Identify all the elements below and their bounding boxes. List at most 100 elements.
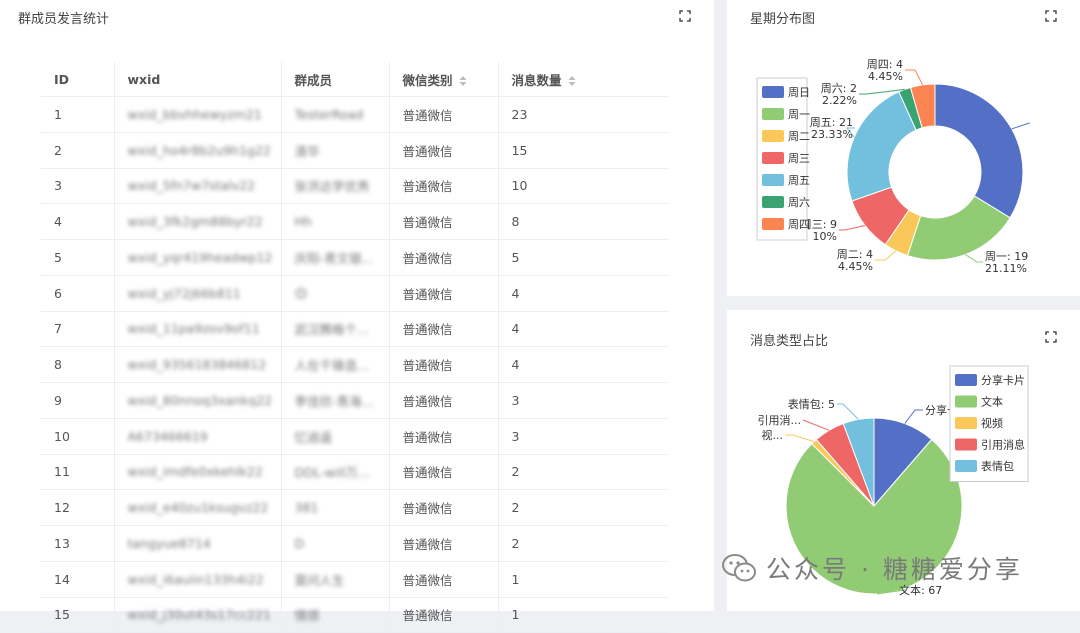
legend-swatch[interactable]: [762, 196, 784, 208]
table-row[interactable]: 14 wxid_i6auiin133h4i22 莫问人生 普通微信 1: [41, 561, 669, 598]
table-row[interactable]: 8 wxid_9356183846812 人在千锋造... 普通微信 4: [41, 346, 669, 383]
legend-label[interactable]: 分享卡片: [981, 373, 1025, 387]
cell-wxid-text: wxid_9356183846812: [127, 357, 267, 373]
sort-icon[interactable]: [459, 75, 467, 87]
cell-type: 普通微信: [388, 132, 498, 169]
legend-label[interactable]: 视频: [981, 416, 1003, 430]
cell-wxid: wxid_ho4r8b2u9h1g22: [113, 132, 281, 169]
sort-icon[interactable]: [568, 75, 576, 87]
week-panel: 星期分布图 周一: 19 21.11% 周二: 4 4.45% 周三: 9 10% 周五: …: [727, 0, 1080, 296]
cell-type: 普通微信: [388, 382, 498, 419]
legend-label[interactable]: 周三: [788, 152, 810, 165]
label-line: [905, 69, 924, 86]
table-row[interactable]: 7 wxid_11pa9zov9of11 武汉腾格个... 普通微信 4: [41, 311, 669, 348]
cell-wxid-text: wxid_e40zu1ksugvz22: [127, 500, 269, 516]
cell-count: 1: [497, 597, 669, 633]
data-label: 10%: [813, 230, 837, 243]
cell-wxid: wxid_9356183846812: [113, 346, 281, 383]
cell-member-text: 清华: [294, 143, 320, 159]
table-row[interactable]: 2 wxid_ho4r8b2u9h1g22 清华 普通微信 15: [41, 132, 669, 169]
legend-swatch[interactable]: [762, 108, 784, 120]
legend-label[interactable]: 周日: [788, 86, 810, 99]
label-line: [785, 434, 815, 443]
cell-type: 普通微信: [388, 346, 498, 383]
table-header-row: ID wxid 群成员 微信类别 消息数量: [41, 62, 669, 97]
watermark: 公众号 · 糖糖爱分享: [722, 548, 1023, 588]
cell-wxid: wxid_i6auiin133h4i22: [113, 561, 281, 598]
legend-swatch[interactable]: [762, 174, 784, 186]
col-header-id: ID: [41, 62, 114, 97]
cell-count: 2: [497, 489, 669, 526]
cell-wxid-text: wxid_5fn7w7stalv22: [127, 178, 256, 194]
table-row[interactable]: 9 wxid_80nnoq3xankq22 李佳欣-青海... 普通微信 3: [41, 382, 669, 419]
cell-id: 4: [41, 203, 114, 240]
legend-label[interactable]: 周五: [788, 174, 810, 187]
cell-count: 10: [497, 168, 669, 205]
data-label: 2.22%: [822, 94, 857, 107]
legend-label[interactable]: 文本: [981, 395, 1003, 409]
cell-wxid-text: wxid_yqr419headwp12: [127, 249, 273, 265]
legend-swatch[interactable]: [762, 152, 784, 164]
legend-swatch[interactable]: [955, 438, 977, 451]
table-row[interactable]: 5 wxid_yqr419headwp12 庆阳-青文银... 普通微信 5: [41, 239, 669, 276]
cell-id: 6: [41, 275, 114, 312]
cell-count: 3: [497, 382, 669, 419]
cell-wxid: tangyue8714: [113, 525, 281, 562]
legend-swatch[interactable]: [955, 374, 977, 386]
table-row[interactable]: 15 wxid_j30ut43s17cc221 情感 普通微信 1: [41, 597, 669, 633]
cell-member-text: 忆逍遥: [294, 429, 333, 445]
legend-label[interactable]: 周一: [788, 108, 810, 121]
members-panel-title: 群成员发言统计: [18, 12, 110, 27]
cell-member: 😊: [280, 275, 389, 312]
legend-label[interactable]: 表情包: [981, 459, 1014, 473]
cell-id: 5: [41, 239, 114, 276]
col-header-member: 群成员: [280, 62, 389, 97]
cell-wxid-text: A673466619: [127, 428, 208, 444]
legend-swatch[interactable]: [762, 130, 784, 142]
label-line: [965, 254, 983, 263]
members-panel: 群成员发言统计 ID wxid 群成员 微信类别 消息数量 1 wxid_bbvh…: [0, 0, 714, 633]
table-row[interactable]: 10 A673466619 忆逍遥 普通微信 3: [41, 418, 669, 455]
legend-label[interactable]: 引用消息: [981, 438, 1025, 452]
cell-type: 普通微信: [388, 454, 498, 491]
cell-wxid-text: wxid_i6auiin133h4i22: [127, 571, 264, 587]
cell-member: 武汉腾格个...: [280, 311, 389, 348]
cell-type: 普通微信: [388, 275, 498, 312]
legend-swatch[interactable]: [762, 86, 784, 98]
slice-e591a8e697a5[interactable]: [934, 83, 1024, 219]
data-label: 4.45%: [868, 70, 903, 83]
cell-wxid-text: wxid_80nnoq3xankq22: [127, 392, 273, 408]
data-label: 引用消...: [758, 413, 802, 427]
legend-swatch[interactable]: [955, 395, 977, 408]
table-row[interactable]: 13 tangyue8714 D 普通微信 2: [41, 525, 669, 562]
legend-swatch[interactable]: [955, 460, 977, 472]
label-line: [904, 409, 923, 424]
table-row[interactable]: 6 wxid_yj72j66b811 😊 普通微信 4: [41, 275, 669, 312]
col-header-wxid: wxid: [113, 62, 281, 97]
legend-label[interactable]: 周二: [788, 130, 810, 143]
col-header-type[interactable]: 微信类别: [388, 62, 498, 97]
cell-count: 4: [497, 346, 669, 383]
legend-swatch[interactable]: [955, 417, 977, 429]
cell-member: 清华: [280, 132, 389, 169]
cell-count: 23: [497, 96, 669, 133]
table-row[interactable]: 4 wxid_3fk2gm88byr22 Hh 普通微信 8: [41, 203, 669, 240]
label-line: [839, 224, 866, 231]
table-row[interactable]: 12 wxid_e40zu1ksugvz22 381 普通微信 2: [41, 489, 669, 526]
cell-id: 7: [41, 311, 114, 348]
cell-id: 15: [41, 597, 114, 633]
legend-label[interactable]: 周六: [788, 196, 810, 209]
table-row[interactable]: 1 wxid_bbvhhewyzm21 TesterRoad 普通微信 23: [41, 96, 669, 133]
fullscreen-icon[interactable]: [679, 10, 691, 22]
table-row[interactable]: 3 wxid_5fn7w7stalv22 张洪达学优秀 普通微信 10: [41, 168, 669, 205]
cell-id: 13: [41, 525, 114, 562]
cell-id: 1: [41, 96, 114, 133]
cell-id: 12: [41, 489, 114, 526]
wechat-icon: [722, 554, 756, 582]
table-row[interactable]: 11 wxid_imdfe0xkehlk22 DDL-will万... 普通微信 2: [41, 454, 669, 491]
legend-label[interactable]: 周四: [788, 218, 810, 231]
cell-member-text: 张洪达学优秀: [294, 179, 370, 195]
col-header-count[interactable]: 消息数量: [497, 62, 669, 97]
cell-id: 10: [41, 418, 114, 455]
legend-swatch[interactable]: [762, 218, 784, 230]
